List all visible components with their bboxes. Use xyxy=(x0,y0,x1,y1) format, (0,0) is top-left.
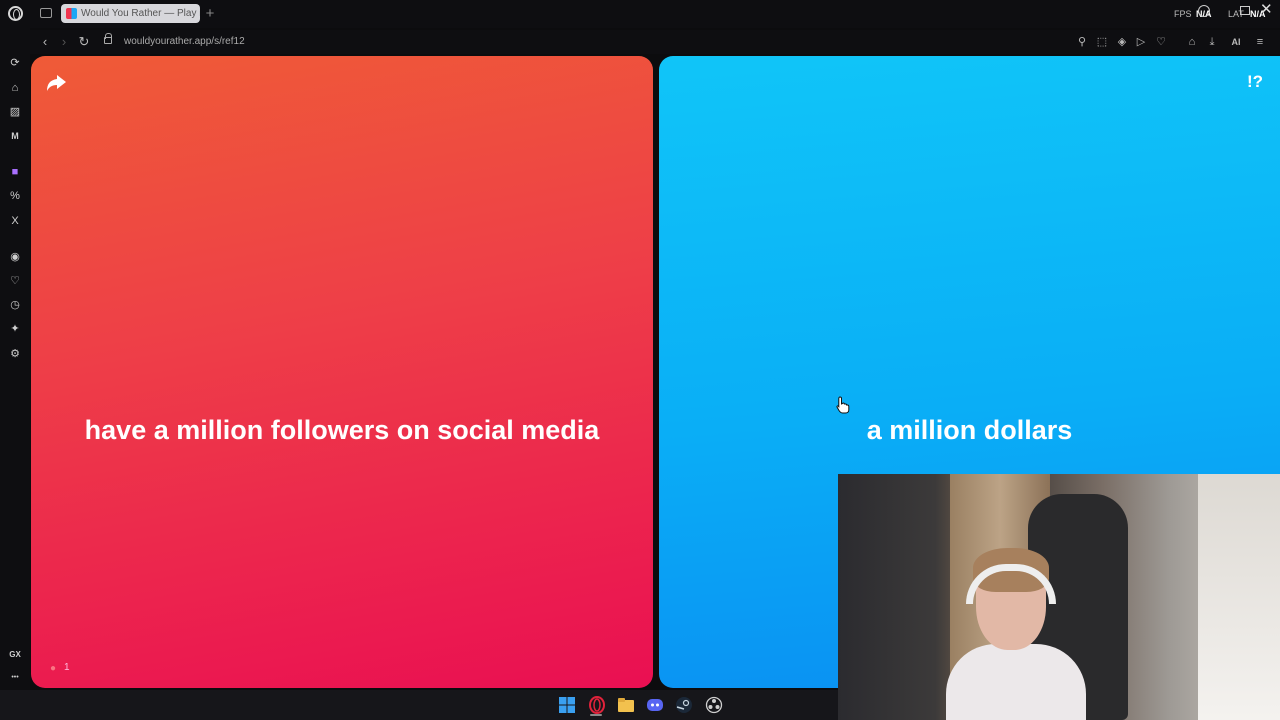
tab-favicon-icon xyxy=(66,8,77,19)
close-window-icon[interactable]: ✕ xyxy=(1260,2,1274,18)
windows-start-icon[interactable] xyxy=(558,696,576,714)
steam-icon[interactable] xyxy=(675,696,693,714)
sidebar-percent-icon[interactable]: % xyxy=(8,189,22,203)
new-tab-button[interactable]: + xyxy=(203,4,217,23)
sidebar-gx-label[interactable]: GX xyxy=(8,648,22,662)
opera-gx-taskbar-icon[interactable] xyxy=(588,696,606,714)
file-explorer-icon[interactable] xyxy=(617,696,635,714)
like-count: 1 xyxy=(64,662,70,673)
url-field[interactable]: wouldyourather.app/s/ref12 xyxy=(124,35,424,49)
snapshot-icon[interactable]: ⬚ xyxy=(1095,35,1109,49)
webcam-person xyxy=(946,548,1086,720)
ai-button[interactable]: AI xyxy=(1224,35,1248,49)
sidebar-mail-icon[interactable]: M xyxy=(8,129,22,143)
menu-icon[interactable]: ≡ xyxy=(1253,35,1267,49)
sidebar-settings-icon[interactable]: ⚙ xyxy=(8,347,22,361)
hand-cursor-icon xyxy=(836,396,850,414)
tab-overview-icon[interactable] xyxy=(40,8,52,18)
active-app-indicator xyxy=(590,714,602,716)
option-right-text: a million dollars xyxy=(866,415,1073,445)
play-icon[interactable]: ▷ xyxy=(1134,35,1148,49)
profile-icon[interactable] xyxy=(1198,5,1210,17)
heart-icon[interactable]: ♡ xyxy=(1154,35,1168,49)
restore-window-icon[interactable] xyxy=(1240,6,1250,15)
flame-icon: ● xyxy=(49,663,57,674)
sidebar-news-icon[interactable]: ▨ xyxy=(8,105,22,119)
download-icon[interactable]: ⤓ xyxy=(1205,35,1219,49)
sidebar-history-icon[interactable]: ◷ xyxy=(8,298,22,312)
option-left-card[interactable]: have a million followers on social media xyxy=(31,56,653,688)
forward-arrow-icon[interactable]: › xyxy=(57,34,71,50)
lock-icon xyxy=(104,33,112,44)
sidebar-store-icon[interactable]: ⌂ xyxy=(8,81,22,95)
fps-label: FPS xyxy=(1174,9,1192,19)
sidebar-more-icon[interactable]: ••• xyxy=(8,671,22,685)
webcam-overlay xyxy=(838,474,1280,720)
option-left-text: have a million followers on social media xyxy=(84,415,600,445)
sidebar-refresh-icon[interactable]: ⟳ xyxy=(8,56,22,70)
shield-icon[interactable]: ◈ xyxy=(1115,35,1129,49)
webcam-shirt xyxy=(946,644,1086,720)
discord-icon[interactable] xyxy=(646,696,664,714)
reload-icon[interactable]: ↻ xyxy=(77,34,91,50)
obs-icon[interactable] xyxy=(705,696,723,714)
ai-label: AI xyxy=(1231,37,1241,47)
sidebar-x-icon[interactable]: X xyxy=(8,214,22,228)
wallet-icon[interactable]: ⌂ xyxy=(1185,35,1199,49)
share-icon[interactable] xyxy=(45,73,67,93)
help-icon[interactable]: !? xyxy=(1244,72,1266,92)
back-arrow-icon[interactable]: ‹ xyxy=(38,34,52,50)
opera-gx-logo-icon[interactable] xyxy=(8,6,23,21)
sidebar-favorites-icon[interactable]: ♡ xyxy=(8,274,22,288)
tab-would-you-rather[interactable]: Would You Rather — Play it xyxy=(61,4,200,23)
sidebar-extensions-icon[interactable]: ✦ xyxy=(8,322,22,336)
pin-icon[interactable]: ⚲ xyxy=(1075,35,1089,49)
sidebar-twitch-icon[interactable]: ■ xyxy=(8,165,22,179)
sidebar-player-icon[interactable]: ◉ xyxy=(8,250,22,264)
webcam-window xyxy=(1198,474,1280,720)
